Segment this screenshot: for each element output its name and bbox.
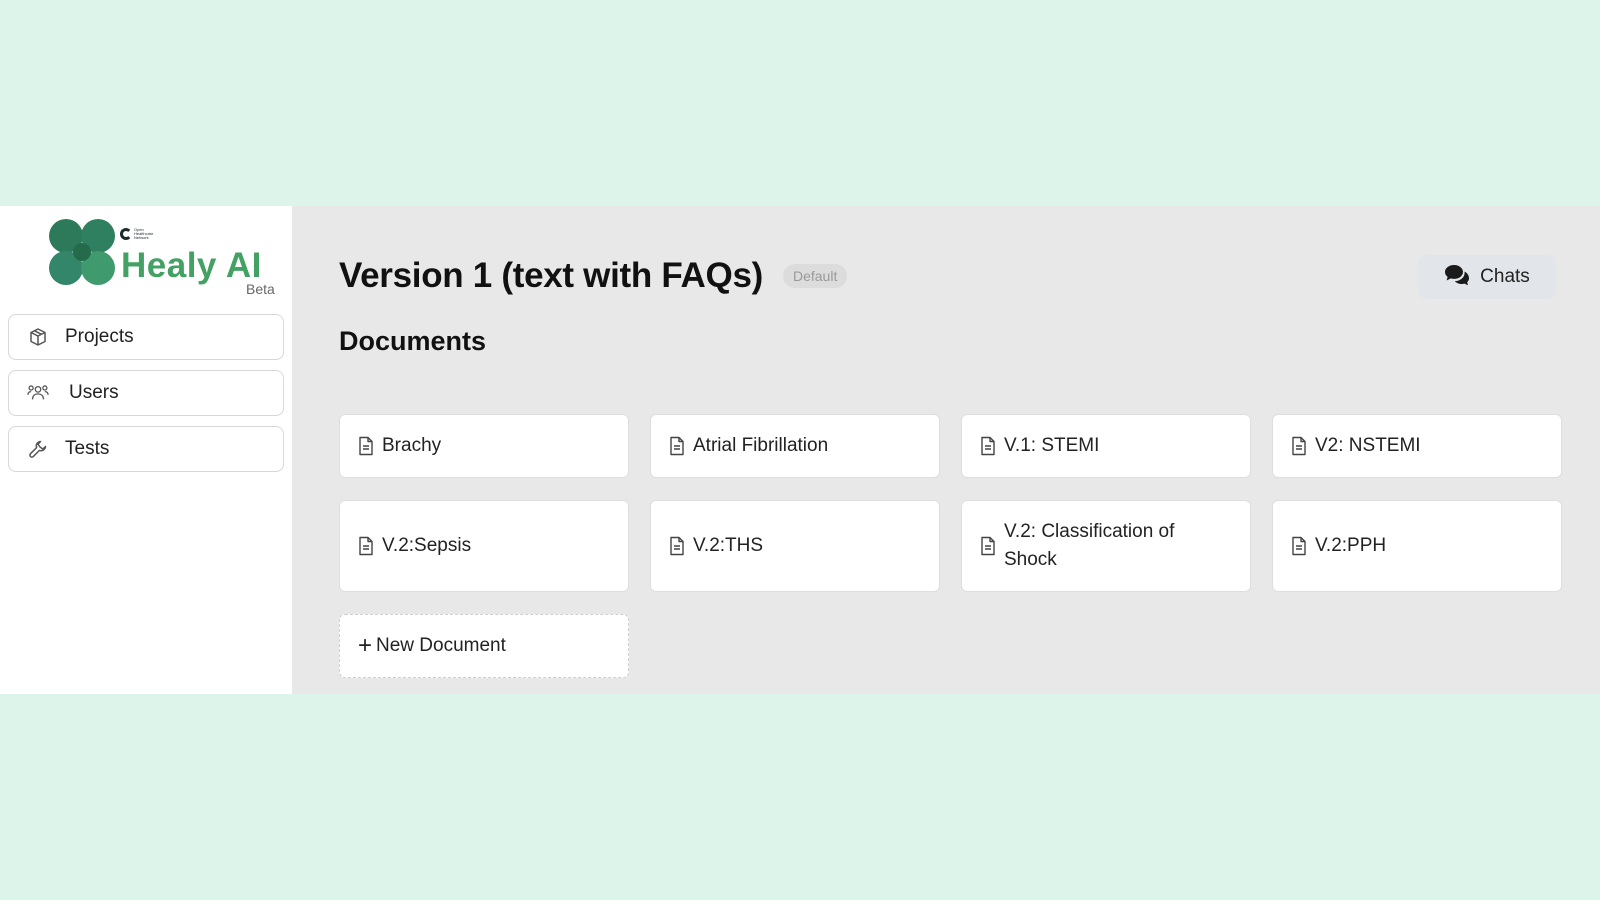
sidebar-item-label: Projects xyxy=(65,326,134,347)
org-logo: Open Healthcare Network xyxy=(120,228,164,240)
sidebar-item-label: Users xyxy=(69,382,119,403)
plus-icon: + xyxy=(358,632,373,659)
document-icon xyxy=(1292,436,1306,456)
document-card-v2-pph[interactable]: V.2:PPH xyxy=(1272,500,1562,592)
document-card-v2-sepsis[interactable]: V.2:Sepsis xyxy=(339,500,629,592)
document-card-v2-classification-of-shock[interactable]: V.2: Classification of Shock xyxy=(961,500,1251,592)
document-label: V.2:Sepsis xyxy=(382,535,472,556)
documents-heading: Documents xyxy=(339,326,487,356)
document-label: V.2: Classification of Shock xyxy=(1004,521,1175,570)
page-header: Version 1 (text with FAQs) Default xyxy=(339,254,1600,298)
document-label: V.2:THS xyxy=(693,535,764,556)
sidebar: Open Healthcare Network Healy AI Beta Pr… xyxy=(0,206,292,694)
document-label: Brachy xyxy=(382,435,442,456)
wrench-icon xyxy=(27,438,49,460)
document-card-v2-ths[interactable]: V.2:THS xyxy=(650,500,940,592)
document-label: Atrial Fibrillation xyxy=(693,435,829,456)
document-label: V.1: STEMI xyxy=(1004,435,1100,456)
brand-header: Open Healthcare Network Healy AI Beta xyxy=(8,206,284,314)
org-name: Open Healthcare Network xyxy=(134,227,154,240)
chats-button[interactable]: Chats xyxy=(1418,255,1556,299)
page-title: Version 1 (text with FAQs) xyxy=(339,256,763,295)
org-ring-icon xyxy=(120,228,132,240)
sidebar-item-users[interactable]: Users xyxy=(8,370,284,416)
document-icon xyxy=(1292,536,1306,556)
chats-label: Chats xyxy=(1480,266,1530,287)
chat-bubbles-icon xyxy=(1444,264,1470,291)
cube-icon xyxy=(27,326,49,348)
app-window: Open Healthcare Network Healy AI Beta Pr… xyxy=(0,206,1600,694)
sidebar-item-projects[interactable]: Projects xyxy=(8,314,284,360)
document-icon xyxy=(359,436,373,456)
document-icon xyxy=(981,436,995,456)
main-content: Version 1 (text with FAQs) Default Chats… xyxy=(292,206,1600,694)
sidebar-item-label: Tests xyxy=(65,438,110,459)
healy-logo-icon xyxy=(49,219,115,285)
brand-name: Healy AI xyxy=(121,246,262,285)
sidebar-item-tests[interactable]: Tests xyxy=(8,426,284,472)
document-label: V2: NSTEMI xyxy=(1315,435,1421,456)
default-badge: Default xyxy=(782,264,848,288)
document-label: V.2:PPH xyxy=(1315,535,1387,556)
new-document-button[interactable]: + New Document xyxy=(339,614,629,678)
document-icon xyxy=(981,536,995,556)
document-card-v1-stemi[interactable]: V.1: STEMI xyxy=(961,414,1251,478)
document-icon xyxy=(359,536,373,556)
new-document-label: New Document xyxy=(376,635,506,656)
beta-label: Beta xyxy=(246,281,275,297)
document-icon xyxy=(670,436,684,456)
document-card-atrial-fibrillation[interactable]: Atrial Fibrillation xyxy=(650,414,940,478)
document-card-v2-nstemi[interactable]: V2: NSTEMI xyxy=(1272,414,1562,478)
users-icon xyxy=(27,382,49,404)
document-icon xyxy=(670,536,684,556)
document-card-brachy[interactable]: Brachy xyxy=(339,414,629,478)
